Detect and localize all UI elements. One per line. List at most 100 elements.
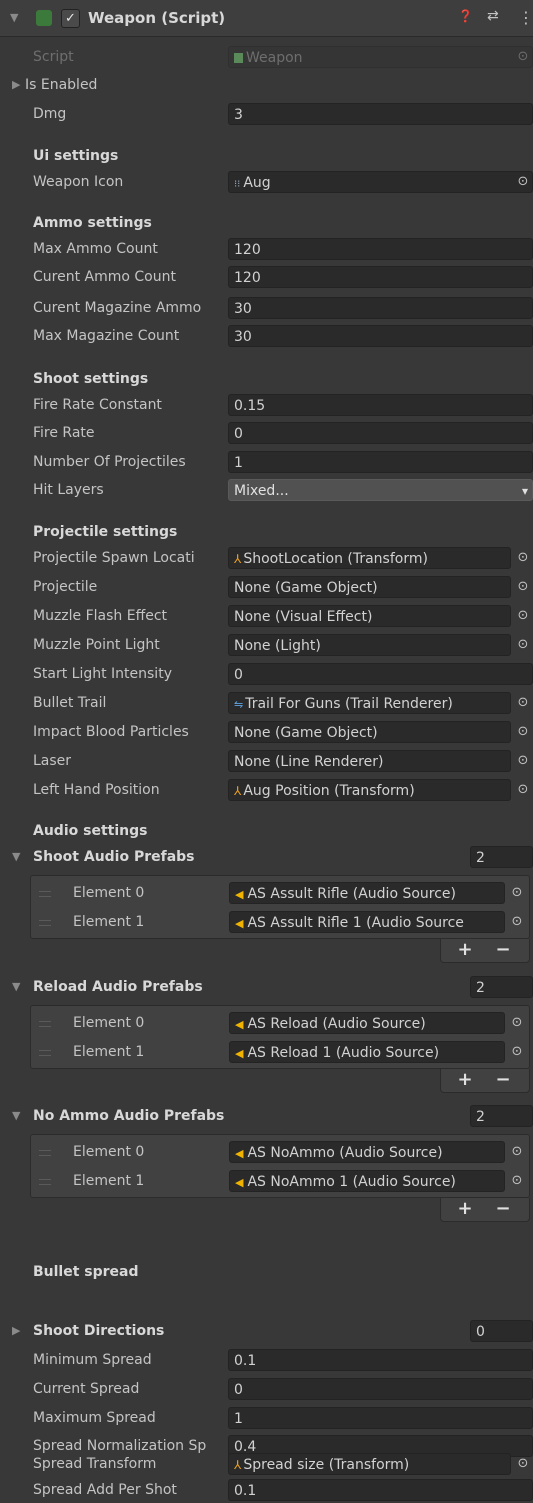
left-hand-position-field[interactable]: ⅄ Aug Position (Transform)	[228, 779, 511, 801]
audio-source-icon: ◀	[235, 1018, 244, 1031]
object-picker-icon[interactable]: ⊙	[515, 724, 531, 740]
drag-handle-icon[interactable]	[39, 1179, 51, 1185]
add-element-button[interactable]: +	[453, 1069, 477, 1092]
drag-handle-icon[interactable]	[39, 1150, 51, 1156]
reload-audio-list: Element 0 ◀ AS Reload (Audio Source) ⊙ El…	[30, 1005, 530, 1069]
spread-transform-field[interactable]: ⅄ Spread size (Transform)	[228, 1453, 511, 1475]
object-picker-icon[interactable]: ⊙	[515, 753, 531, 769]
element-field[interactable]: ◀ AS Reload (Audio Source)	[229, 1012, 505, 1034]
element-value: AS Reload (Audio Source)	[247, 1016, 426, 1032]
object-picker-icon[interactable]: ⊙	[515, 695, 531, 711]
element-field[interactable]: ◀ AS Assult Rifle 1 (Audio Source	[229, 911, 505, 933]
weapon-icon-field[interactable]: ⁝⁝ Aug	[228, 171, 533, 193]
foldout-arrow-icon[interactable]: ▼	[10, 5, 18, 31]
muzzle-point-light-field[interactable]: None (Light)	[228, 634, 511, 656]
max-ammo-count-field[interactable]: 120	[228, 238, 533, 260]
object-picker-icon[interactable]: ⊙	[509, 885, 525, 901]
hit-layers-dropdown[interactable]: Mixed... ▾	[228, 479, 533, 501]
list-size-field[interactable]: 2	[470, 1105, 533, 1127]
reload-audio-prefabs-header[interactable]: ▼ Reload Audio Prefabs 2	[0, 974, 533, 1000]
list-element[interactable]: Element 0 ◀ AS Reload (Audio Source) ⊙	[31, 1010, 529, 1036]
list-element[interactable]: Element 1 ◀ AS Reload 1 (Audio Source) ⊙	[31, 1039, 529, 1065]
list-element[interactable]: Element 1 ◀ AS Assult Rifle 1 (Audio Sour…	[31, 909, 529, 935]
context-menu-icon[interactable]: ⋮	[518, 8, 533, 27]
number-of-projectiles-field[interactable]: 1	[228, 451, 533, 473]
curent-magazine-ammo-field[interactable]: 30	[228, 297, 533, 319]
component-title[interactable]: Weapon (Script)	[88, 0, 225, 36]
preset-icon[interactable]: ⇄	[487, 8, 499, 24]
spread-add-per-shot-field[interactable]: 0.1	[228, 1479, 533, 1501]
element-field[interactable]: ◀ AS Assult Rifle (Audio Source)	[229, 882, 505, 904]
is-enabled-label[interactable]: Is Enabled	[25, 72, 97, 98]
object-picker-icon[interactable]: ⊙	[515, 608, 531, 624]
foldout-open-icon[interactable]: ▼	[12, 974, 20, 1000]
object-picker-icon[interactable]: ⊙	[515, 1456, 531, 1472]
object-picker-icon[interactable]: ⊙	[509, 1044, 525, 1060]
drag-handle-icon[interactable]	[39, 891, 51, 897]
fire-rate-field[interactable]: 0	[228, 422, 533, 444]
chevron-down-icon: ▾	[521, 484, 528, 498]
remove-element-button[interactable]: −	[491, 1198, 515, 1221]
object-picker-icon[interactable]: ⊙	[515, 637, 531, 653]
foldout-open-icon[interactable]: ▼	[12, 844, 20, 870]
field-label: Maximum Spread	[33, 1410, 156, 1426]
shoot-directions-header[interactable]: ▶ Shoot Directions 0	[0, 1318, 533, 1344]
enabled-checkbox[interactable]: ✓	[61, 9, 80, 28]
object-picker-icon[interactable]: ⊙	[509, 1015, 525, 1031]
help-icon[interactable]: ❓	[458, 9, 473, 23]
drag-handle-icon[interactable]	[39, 920, 51, 926]
object-picker-icon[interactable]: ⊙	[509, 1173, 525, 1189]
sprite-icon: ⁝⁝	[234, 179, 241, 190]
projectile-spawn-location-field[interactable]: ⅄ ShootLocation (Transform)	[228, 547, 511, 569]
hit-layers-row: Hit Layers Mixed... ▾	[0, 477, 533, 503]
muzzle-flash-effect-field[interactable]: None (Visual Effect)	[228, 605, 511, 627]
weapon-icon-picker-icon[interactable]: ⊙	[515, 174, 531, 190]
laser-field[interactable]: None (Line Renderer)	[228, 750, 511, 772]
is-enabled-foldout-icon[interactable]: ▶	[12, 72, 20, 98]
projectile-field[interactable]: None (Game Object)	[228, 576, 511, 598]
curent-ammo-count-field[interactable]: 120	[228, 266, 533, 288]
audio-source-icon: ◀	[235, 1047, 244, 1060]
element-field[interactable]: ◀ AS NoAmmo 1 (Audio Source)	[229, 1170, 505, 1192]
object-picker-icon[interactable]: ⊙	[515, 782, 531, 798]
max-magazine-count-field[interactable]: 30	[228, 325, 533, 347]
element-label: Element 1	[73, 914, 145, 930]
shoot-directions-label[interactable]: Shoot Directions	[33, 1318, 164, 1344]
add-element-button[interactable]: +	[453, 1198, 477, 1221]
foldout-open-icon[interactable]: ▼	[12, 1103, 20, 1129]
current-spread-field[interactable]: 0	[228, 1378, 533, 1400]
object-picker-icon[interactable]: ⊙	[515, 550, 531, 566]
shoot-audio-prefabs-header[interactable]: ▼ Shoot Audio Prefabs 2	[0, 844, 533, 870]
is-enabled-row[interactable]: ▶ Is Enabled	[0, 72, 533, 98]
drag-handle-icon[interactable]	[39, 1021, 51, 1027]
no-ammo-audio-prefabs-header[interactable]: ▼ No Ammo Audio Prefabs 2	[0, 1103, 533, 1129]
start-light-intensity-field[interactable]: 0	[228, 663, 533, 685]
list-element[interactable]: Element 0 ◀ AS Assult Rifle (Audio Source…	[31, 880, 529, 906]
list-element[interactable]: Element 1 ◀ AS NoAmmo 1 (Audio Source) ⊙	[31, 1168, 529, 1194]
list-label[interactable]: Reload Audio Prefabs	[33, 974, 203, 1000]
bullet-trail-field[interactable]: ⇋ Trail For Guns (Trail Renderer)	[228, 692, 511, 714]
weapon-icon-row: Weapon Icon ⁝⁝ Aug ⊙	[0, 169, 533, 195]
impact-blood-particles-field[interactable]: None (Game Object)	[228, 721, 511, 743]
list-label[interactable]: No Ammo Audio Prefabs	[33, 1103, 224, 1129]
list-size-field[interactable]: 0	[470, 1320, 533, 1342]
list-size-field[interactable]: 2	[470, 976, 533, 998]
drag-handle-icon[interactable]	[39, 1050, 51, 1056]
minimum-spread-field[interactable]: 0.1	[228, 1349, 533, 1371]
left-hand-position-row: Left Hand Position ⅄ Aug Position (Transf…	[0, 777, 533, 803]
element-field[interactable]: ◀ AS NoAmmo (Audio Source)	[229, 1141, 505, 1163]
list-element[interactable]: Element 0 ◀ AS NoAmmo (Audio Source) ⊙	[31, 1139, 529, 1165]
element-field[interactable]: ◀ AS Reload 1 (Audio Source)	[229, 1041, 505, 1063]
list-size-field[interactable]: 2	[470, 846, 533, 868]
dmg-field[interactable]: 3	[228, 103, 533, 125]
foldout-closed-icon[interactable]: ▶	[12, 1318, 20, 1344]
list-label[interactable]: Shoot Audio Prefabs	[33, 844, 195, 870]
add-element-button[interactable]: +	[453, 939, 477, 962]
remove-element-button[interactable]: −	[491, 939, 515, 962]
object-picker-icon[interactable]: ⊙	[509, 914, 525, 930]
fire-rate-constant-field[interactable]: 0.15	[228, 394, 533, 416]
object-picker-icon[interactable]: ⊙	[515, 579, 531, 595]
remove-element-button[interactable]: −	[491, 1069, 515, 1092]
object-picker-icon[interactable]: ⊙	[509, 1144, 525, 1160]
maximum-spread-field[interactable]: 1	[228, 1407, 533, 1429]
